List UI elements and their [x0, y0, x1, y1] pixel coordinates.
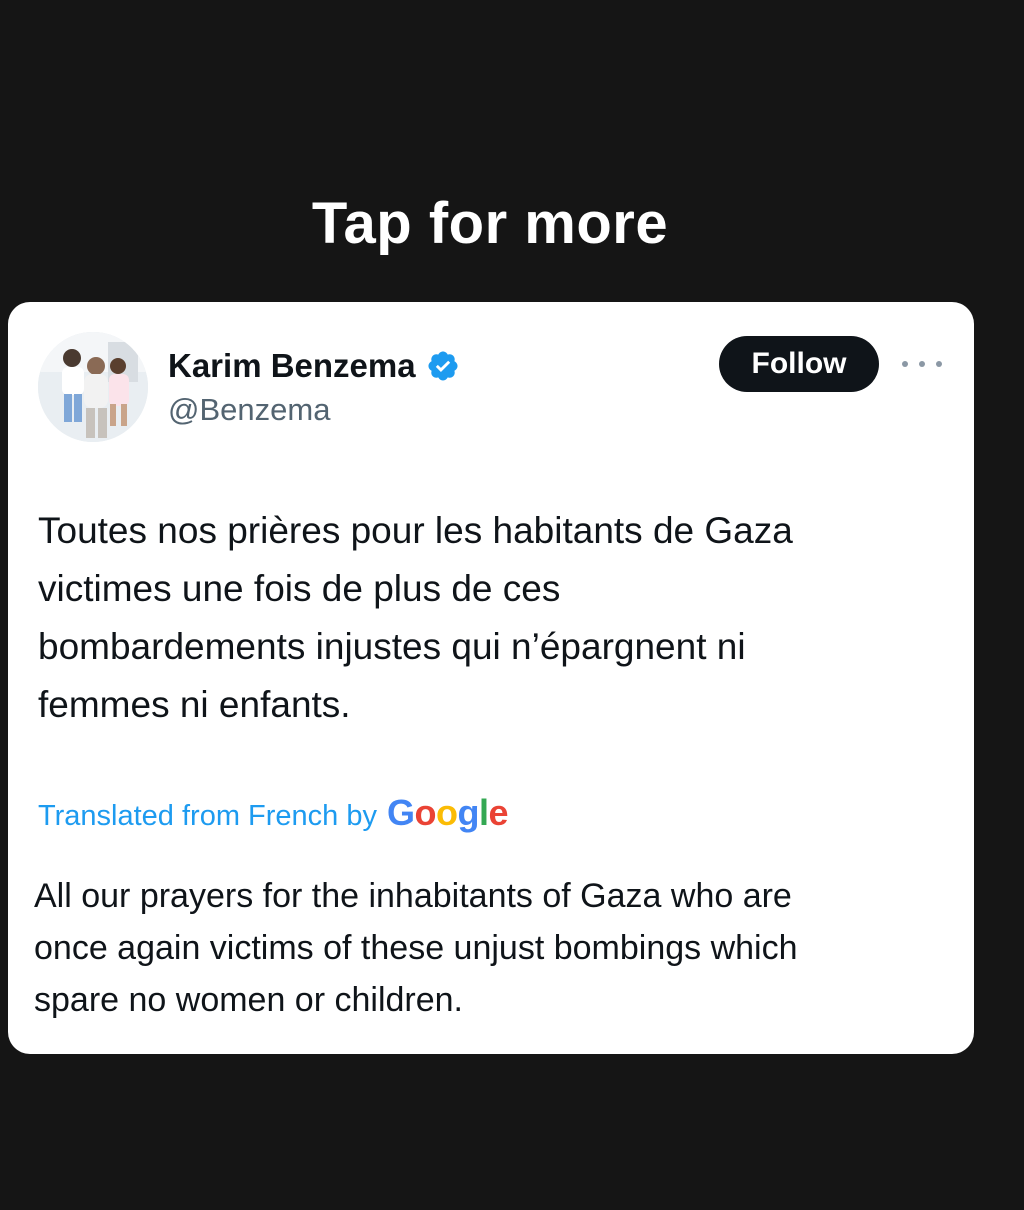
google-logo-letter: o: [436, 792, 458, 833]
more-dot: [919, 361, 925, 367]
author-handle[interactable]: @Benzema: [168, 392, 330, 428]
google-logo-letter: o: [414, 792, 437, 833]
translation-attribution[interactable]: Translated from French by Google: [38, 792, 509, 834]
tap-for-more-label[interactable]: Tap for more: [0, 190, 980, 257]
more-horizontal-icon[interactable]: [902, 354, 942, 374]
google-logo: Google: [387, 792, 509, 834]
translated-from-label: Translated from French by: [38, 800, 377, 832]
google-logo-letter: l: [479, 792, 489, 833]
tweet-card[interactable]: Karim Benzema @Benzema Follow Toutes nos…: [8, 302, 974, 1054]
google-logo-letter: g: [457, 792, 480, 833]
profile-photo-icon: [38, 332, 148, 442]
author-display-name[interactable]: Karim Benzema: [168, 347, 416, 385]
google-logo-letter: e: [488, 792, 509, 833]
more-dot: [902, 361, 908, 367]
screen: Tap for more Karim Benzema @Benzema Foll…: [0, 0, 1024, 1210]
avatar[interactable]: [38, 332, 148, 442]
more-dot: [936, 361, 942, 367]
author-name-row: Karim Benzema: [168, 346, 460, 386]
verified-badge-icon[interactable]: [426, 349, 460, 383]
translation-text: All our prayers for the inhabitants of G…: [34, 877, 798, 1019]
follow-button[interactable]: Follow: [719, 336, 879, 392]
google-logo-letter: G: [387, 792, 415, 833]
tweet-text: Toutes nos prières pour les habitants de…: [38, 510, 793, 725]
